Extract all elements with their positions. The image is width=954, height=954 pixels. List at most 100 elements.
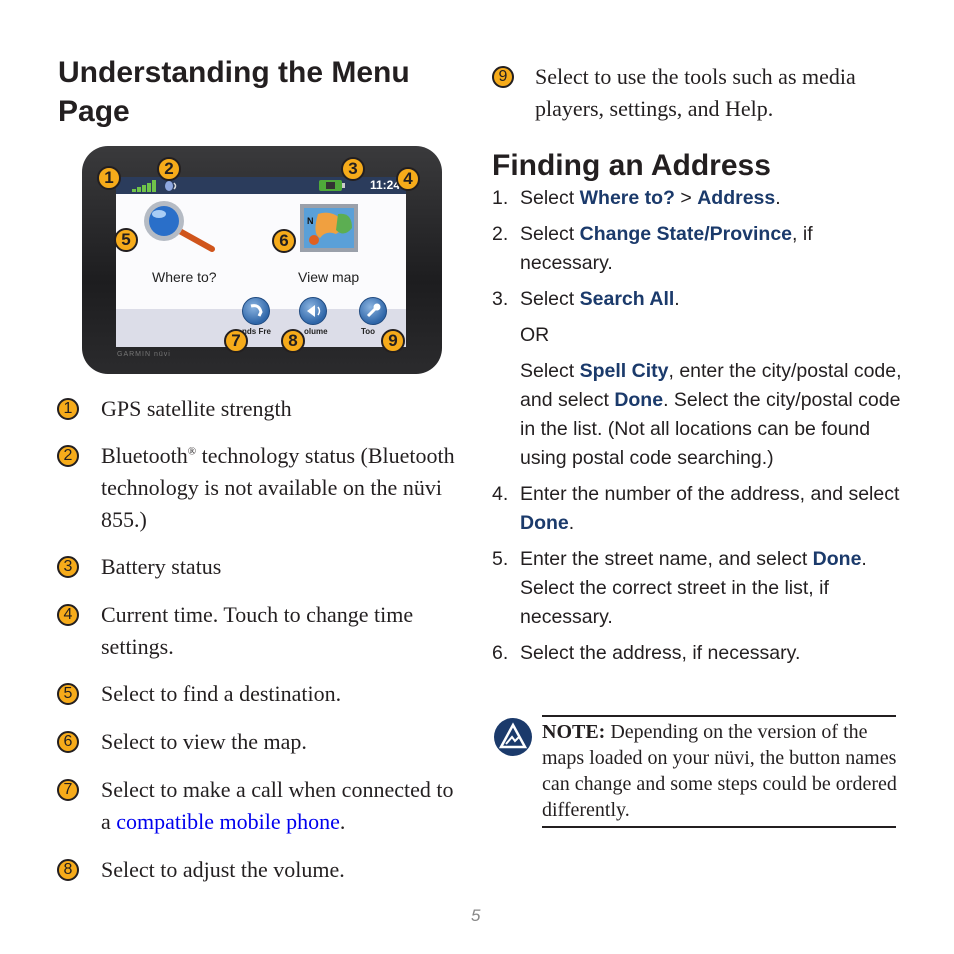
legend-text: Select to adjust the volume. <box>101 857 345 882</box>
view-map-button[interactable]: View map <box>298 269 359 285</box>
section-title-menu-page: Understanding the Menu Page <box>58 56 410 128</box>
step-4: 4. Enter the number of the address, and … <box>492 480 902 538</box>
legend-item-4: 4 Current time. Touch to change time set… <box>57 599 467 663</box>
tools-button[interactable] <box>359 297 387 325</box>
legend-item-2: 2 Bluetooth® technology status (Bluetoot… <box>57 440 467 536</box>
callout-3: 3 <box>341 157 365 181</box>
device-illustration: 11:24 Where to? N View map nds Fre olume… <box>80 143 445 376</box>
legend-text: Select to use the tools such as media pl… <box>535 64 856 121</box>
step-text: . <box>568 512 575 534</box>
battery-icon <box>319 180 345 191</box>
volume-label: olume <box>304 327 328 336</box>
step-text: Select <box>520 288 580 310</box>
callout-badge: 9 <box>492 66 514 88</box>
legend-item-1: 1 GPS satellite strength <box>57 393 467 425</box>
ui-term-where-to: Where to? <box>579 187 675 209</box>
callout-6: 6 <box>272 229 296 253</box>
callout-badge: 6 <box>57 731 79 753</box>
ui-term-search-all: Search All <box>579 288 675 310</box>
legend-item-8: 8 Select to adjust the volume. <box>57 854 467 886</box>
callout-badge: 7 <box>57 779 79 801</box>
legend-item-5: 5 Select to find a destination. <box>57 678 467 710</box>
section-title-finding-address: Finding an Address <box>492 149 771 182</box>
callout-2: 2 <box>157 157 181 181</box>
legend-text: Bluetooth® technology status (Bluetooth … <box>101 440 467 536</box>
text-part: . <box>339 809 346 834</box>
legend-item-7: 7 Select to make a call when connected t… <box>57 774 467 838</box>
legend-text: Select to make a call when connected to … <box>101 774 467 838</box>
callout-badge: 4 <box>57 604 79 626</box>
callout-4: 4 <box>396 167 420 191</box>
note-text: NOTE: Depending on the version of the ma… <box>542 719 902 823</box>
step-text: . <box>775 187 781 209</box>
callout-badge: 1 <box>57 398 79 420</box>
step-text: Select <box>520 187 580 209</box>
wrench-icon <box>366 303 381 318</box>
tools-label: Too <box>361 327 376 336</box>
step-2: 2. Select Change State/Province, if nece… <box>492 220 902 278</box>
step-number: 5. <box>492 548 509 570</box>
legend-item-6: 6 Select to view the map. <box>57 726 467 758</box>
callout-1: 1 <box>97 166 121 190</box>
speaker-icon <box>307 305 321 317</box>
legend-item-9: 9 Select to use the tools such as media … <box>492 61 892 125</box>
legend-text: Select to find a destination. <box>101 681 342 706</box>
text-part: Bluetooth <box>101 443 188 468</box>
callout-badge: 5 <box>57 683 79 705</box>
magnifier-icon <box>144 201 215 252</box>
step-3-or: OR <box>520 324 550 346</box>
step-number: 1. <box>492 187 509 209</box>
volume-button[interactable] <box>299 297 327 325</box>
step-text: Enter the number of the address, and sel… <box>520 483 900 505</box>
callout-badge: 2 <box>57 445 79 467</box>
callout-8: 8 <box>281 329 305 353</box>
ui-term-change-state: Change State/Province <box>579 223 793 245</box>
callout-badge: 8 <box>57 859 79 881</box>
step-number: 3. <box>492 288 509 310</box>
ui-term-spell-city: Spell City <box>579 360 669 382</box>
phone-icon <box>250 304 263 317</box>
status-bar: 11:24 <box>116 177 406 194</box>
note-top-rule <box>542 715 896 717</box>
callout-9: 9 <box>381 329 405 353</box>
ui-term-done: Done <box>812 548 862 570</box>
step-6: 6. Select the address, if necessary. <box>492 639 902 668</box>
legend-text: Current time. Touch to change time setti… <box>101 602 414 659</box>
step-3-alternative: Select Spell City, enter the city/postal… <box>492 357 902 473</box>
step-text: . <box>674 288 680 310</box>
ui-term-done: Done <box>614 389 664 411</box>
step-text: Select the address, if necessary. <box>520 642 801 664</box>
step-number: 4. <box>492 483 509 505</box>
compatible-phone-link[interactable]: compatible mobile phone <box>116 809 340 834</box>
legend-text: Battery status <box>101 554 222 579</box>
legend-text: GPS satellite strength <box>101 396 292 421</box>
hands-free-button[interactable] <box>242 297 270 325</box>
step-1: 1. Select Where to? > Address. <box>492 184 902 213</box>
callout-badge: 3 <box>57 556 79 578</box>
note-label: NOTE: <box>542 721 606 743</box>
note-bottom-rule <box>542 826 896 828</box>
step-3: 3. Select Search All. <box>492 285 902 314</box>
callout-7: 7 <box>224 329 248 353</box>
step-text: > <box>674 187 698 209</box>
page-number: 5 <box>471 906 481 925</box>
step-text: Enter the street name, and select <box>520 548 813 570</box>
legend-item-3: 3 Battery status <box>57 551 467 583</box>
gps-signal-icon <box>132 180 156 192</box>
note-icon <box>494 718 532 756</box>
map-icon: N <box>300 204 358 252</box>
step-text: Select <box>520 223 580 245</box>
callout-5: 5 <box>114 228 138 252</box>
bluetooth-icon <box>165 181 177 191</box>
device-screen: 11:24 Where to? N View map nds Fre olume… <box>116 177 406 347</box>
mountain-icon <box>498 722 528 749</box>
where-to-button[interactable]: Where to? <box>152 269 217 285</box>
step-number: 6. <box>492 642 509 664</box>
steps-list: 1. Select Where to? > Address. 2. Select… <box>492 184 902 675</box>
legend-text: Select to view the map. <box>101 729 307 754</box>
step-text: Select <box>520 360 580 382</box>
device-brand: GARMIN nüvi <box>117 351 171 358</box>
svg-text:N: N <box>307 216 314 226</box>
ui-term-address: Address <box>697 187 776 209</box>
step-number: 2. <box>492 223 509 245</box>
